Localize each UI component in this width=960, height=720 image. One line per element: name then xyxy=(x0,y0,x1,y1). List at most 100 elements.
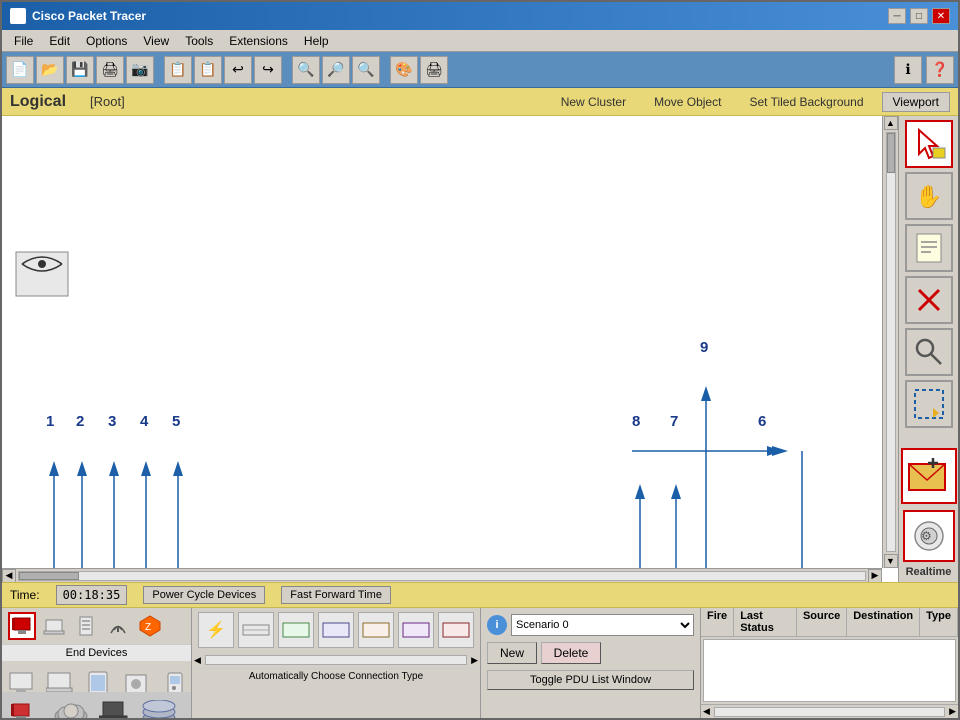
close-button[interactable]: ✕ xyxy=(932,8,950,24)
info-button[interactable]: ℹ xyxy=(894,56,922,84)
conn-scroll-track[interactable] xyxy=(205,655,467,665)
scenario-select-row: i Scenario 0 xyxy=(487,614,694,636)
help-button[interactable]: ❓ xyxy=(926,56,954,84)
printer2-button[interactable]: 🖨 xyxy=(420,56,448,84)
zoom-in-button[interactable]: 🔍 xyxy=(292,56,320,84)
straight-cable-icon xyxy=(281,615,311,645)
copy-button[interactable]: 📋 xyxy=(164,56,192,84)
menu-edit[interactable]: Edit xyxy=(41,32,78,50)
menu-options[interactable]: Options xyxy=(78,32,135,50)
crossover-conn-icon[interactable] xyxy=(318,612,354,648)
auto-connect-icon[interactable]: ⚡ xyxy=(198,612,234,648)
firewall-cat-icon: Z xyxy=(138,614,162,638)
scroll-left-arrow[interactable]: ◀ xyxy=(2,569,16,583)
delete-tool-button[interactable] xyxy=(905,276,953,324)
add-pdu-button[interactable] xyxy=(901,448,957,504)
canvas-area[interactable]: 1 2 3 4 5 6 7 8 9 ◀ xyxy=(2,116,898,582)
scroll-down-arrow[interactable]: ▼ xyxy=(884,554,898,568)
device-item-desktop2[interactable] xyxy=(8,694,46,719)
logical-actions: New Cluster Move Object Set Tiled Backgr… xyxy=(551,92,950,112)
palette-button[interactable]: 🎨 xyxy=(390,56,418,84)
conn-scroll-right[interactable]: ▶ xyxy=(469,655,480,666)
device-item-ipphone[interactable] xyxy=(160,665,191,692)
zoom-tool-button[interactable] xyxy=(905,328,953,376)
open-file-button[interactable]: 📂 xyxy=(36,56,64,84)
undo-button[interactable]: ↩ xyxy=(224,56,252,84)
new-scenario-button[interactable]: New xyxy=(487,642,537,664)
scenario-dropdown[interactable]: Scenario 0 xyxy=(511,614,694,636)
console-conn-icon[interactable] xyxy=(238,612,274,648)
event-scroll-track[interactable] xyxy=(714,707,945,717)
move-object-button[interactable]: Move Object xyxy=(644,93,731,111)
menu-extensions[interactable]: Extensions xyxy=(221,32,296,50)
device-item-pc[interactable] xyxy=(8,665,40,692)
device-item-generic2[interactable] xyxy=(140,694,178,719)
conn-scroll-left[interactable]: ◀ xyxy=(192,655,203,666)
scroll-track-h[interactable] xyxy=(18,571,866,581)
screenshot-button[interactable]: 📷 xyxy=(126,56,154,84)
power-cycle-button[interactable]: Power Cycle Devices xyxy=(143,586,265,604)
hand-tool-button[interactable]: ✋ xyxy=(905,172,953,220)
scroll-track-v[interactable] xyxy=(886,132,896,552)
save-file-button[interactable]: 💾 xyxy=(66,56,94,84)
scroll-right-arrow[interactable]: ▶ xyxy=(868,569,882,583)
device-item-laptop2[interactable] xyxy=(96,694,134,719)
time-label: Time: xyxy=(10,588,40,602)
scroll-thumb-h[interactable] xyxy=(19,572,79,580)
device-item-laptop[interactable] xyxy=(46,665,78,692)
security-category[interactable]: Z xyxy=(136,612,164,640)
conn-scroll-bar[interactable]: ◀ ▶ xyxy=(192,652,480,668)
maximize-button[interactable]: □ xyxy=(910,8,928,24)
print-button[interactable]: 🖨 xyxy=(96,56,124,84)
server-category[interactable] xyxy=(72,612,100,640)
canvas-scroll-horizontal[interactable]: ◀ ▶ xyxy=(2,568,882,582)
device-item-tablet[interactable] xyxy=(84,665,116,692)
fast-forward-button[interactable]: Fast Forward Time xyxy=(281,586,391,604)
title-bar: 🖧 Cisco Packet Tracer ─ □ ✕ xyxy=(2,2,958,30)
set-tiled-bg-button[interactable]: Set Tiled Background xyxy=(739,93,873,111)
device-item-generic[interactable] xyxy=(122,665,154,692)
scroll-up-arrow[interactable]: ▲ xyxy=(884,116,898,130)
svg-text:✋: ✋ xyxy=(915,184,942,209)
svg-text:3: 3 xyxy=(108,413,116,430)
paste-button[interactable]: 📋 xyxy=(194,56,222,84)
workspace: Logical [Root] New Cluster Move Object S… xyxy=(2,88,958,582)
end-devices-category[interactable] xyxy=(8,612,36,640)
coax-conn-icon[interactable] xyxy=(438,612,474,648)
minimize-button[interactable]: ─ xyxy=(888,8,906,24)
pc-icon xyxy=(8,671,40,692)
event-scroll-bar[interactable]: ◀ ▶ xyxy=(701,704,958,718)
select-tool-button[interactable] xyxy=(905,120,953,168)
menu-view[interactable]: View xyxy=(135,32,177,50)
col-source: Source xyxy=(797,608,847,636)
event-list-body xyxy=(703,639,956,702)
menu-help[interactable]: Help xyxy=(296,32,337,50)
realtime-sim-button[interactable]: ⚙ xyxy=(903,510,955,562)
device-item-cloud[interactable] xyxy=(52,694,90,719)
app-title: Cisco Packet Tracer xyxy=(32,9,146,23)
select-area-button[interactable] xyxy=(905,380,953,428)
event-scroll-right[interactable]: ▶ xyxy=(947,706,958,717)
wireless-category[interactable] xyxy=(104,612,132,640)
viewport-button[interactable]: Viewport xyxy=(882,92,950,112)
menu-file[interactable]: File xyxy=(6,32,41,50)
event-scroll-left[interactable]: ◀ xyxy=(701,706,712,717)
phone-conn-icon[interactable] xyxy=(398,612,434,648)
title-bar-left: 🖧 Cisco Packet Tracer xyxy=(10,8,146,24)
straight-conn-icon[interactable] xyxy=(278,612,314,648)
toggle-pdu-button[interactable]: Toggle PDU List Window xyxy=(487,670,694,690)
redo-button[interactable]: ↪ xyxy=(254,56,282,84)
zoom-fit-button[interactable]: 🔎 xyxy=(322,56,350,84)
new-file-button[interactable]: 📄 xyxy=(6,56,34,84)
zoom-out-button[interactable]: 🔍 xyxy=(352,56,380,84)
svg-text:4: 4 xyxy=(140,413,149,430)
scroll-thumb-v[interactable] xyxy=(887,133,895,173)
canvas-scroll-vertical[interactable]: ▲ ▼ xyxy=(882,116,898,568)
note-tool-button[interactable] xyxy=(905,224,953,272)
laptop-category[interactable] xyxy=(40,612,68,640)
delete-scenario-button[interactable]: Delete xyxy=(541,642,601,664)
new-cluster-button[interactable]: New Cluster xyxy=(551,93,636,111)
menu-tools[interactable]: Tools xyxy=(177,32,221,50)
fiber-conn-icon[interactable] xyxy=(358,612,394,648)
svg-text:1: 1 xyxy=(46,413,54,430)
